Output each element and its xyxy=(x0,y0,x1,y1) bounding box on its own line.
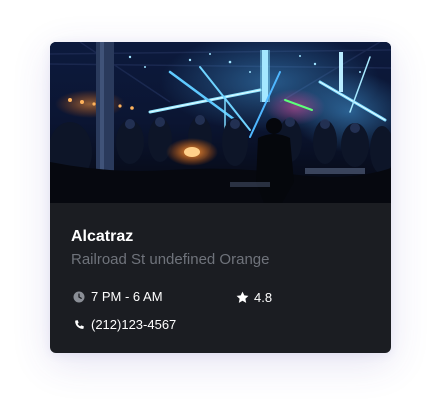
phone-icon xyxy=(72,318,86,332)
page: Alcatraz Railroad St undefined Orange 7 … xyxy=(0,0,439,410)
rating-value: 4.8 xyxy=(254,289,273,305)
venue-hours: 7 PM - 6 AM xyxy=(72,289,163,304)
venue-phone[interactable]: (212)123-4567 xyxy=(72,317,176,332)
venue-name[interactable]: Alcatraz xyxy=(71,228,133,246)
phone-number[interactable]: (212)123-4567 xyxy=(91,317,176,332)
star-icon xyxy=(234,289,250,305)
venue-photo xyxy=(50,42,391,203)
venue-card[interactable]: Alcatraz Railroad St undefined Orange 7 … xyxy=(50,42,391,353)
venue-rating: 4.8 xyxy=(234,289,272,305)
venue-info: Alcatraz Railroad St undefined Orange 7 … xyxy=(50,203,391,353)
hours-text: 7 PM - 6 AM xyxy=(91,289,163,304)
venue-address: Railroad St undefined Orange xyxy=(71,251,270,268)
clock-icon xyxy=(72,290,86,304)
